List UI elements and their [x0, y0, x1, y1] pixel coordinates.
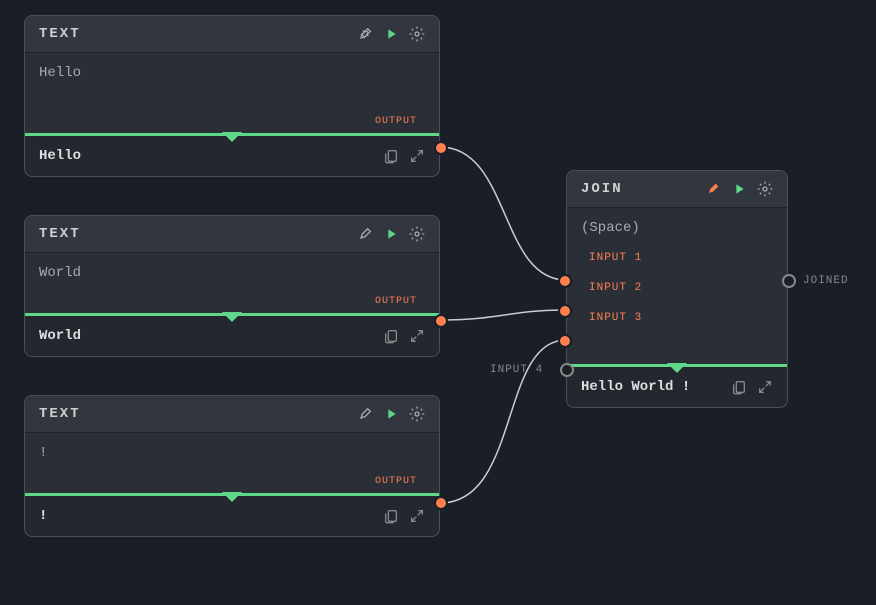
joined-label: JOINED [803, 275, 849, 287]
result-text: Hello [39, 148, 81, 164]
node-input-text: ! [39, 445, 47, 461]
join-body: (Space) INPUT 1 INPUT 2 INPUT 3 [567, 208, 787, 360]
run-icon[interactable] [383, 406, 399, 422]
run-icon[interactable] [731, 181, 747, 197]
pin-icon[interactable] [357, 226, 373, 242]
output-port[interactable] [434, 496, 448, 510]
input-port-3[interactable] [558, 334, 572, 348]
output-port[interactable] [434, 141, 448, 155]
node-header: TEXT [25, 396, 439, 433]
input-port-4[interactable] [560, 363, 574, 377]
text-node-3[interactable]: TEXT ! OUTPUT ! [24, 395, 440, 537]
node-result: ! [25, 496, 439, 536]
result-text: ! [39, 508, 47, 524]
node-title: TEXT [39, 226, 81, 242]
input-2-label: INPUT 2 [589, 282, 642, 294]
gear-icon[interactable] [409, 406, 425, 422]
header-icons [357, 26, 425, 42]
join-input-list: INPUT 1 INPUT 2 INPUT 3 [581, 252, 773, 352]
node-input-text: Hello [39, 65, 81, 81]
output-port-label: OUTPUT [375, 476, 417, 487]
input-1-label: INPUT 1 [589, 252, 642, 264]
divider [25, 313, 439, 316]
run-icon[interactable] [383, 26, 399, 42]
node-header: TEXT [25, 216, 439, 253]
clipboard-icon[interactable] [731, 379, 747, 395]
output-port-label: OUTPUT [375, 116, 417, 127]
text-node-1[interactable]: TEXT Hello OUTPUT Hello [24, 15, 440, 177]
output-port-joined[interactable] [782, 274, 796, 288]
pin-icon[interactable] [357, 406, 373, 422]
clipboard-icon[interactable] [383, 328, 399, 344]
node-body[interactable]: ! OUTPUT [25, 433, 439, 493]
expand-icon[interactable] [409, 508, 425, 524]
node-result: World [25, 316, 439, 356]
result-text: World [39, 328, 81, 344]
node-title: JOIN [581, 181, 623, 197]
divider [25, 493, 439, 496]
output-port[interactable] [434, 314, 448, 328]
node-input-text: World [39, 265, 81, 281]
gear-icon[interactable] [757, 181, 773, 197]
input-3-label: INPUT 3 [589, 312, 642, 324]
input-port-2[interactable] [558, 304, 572, 318]
clipboard-icon[interactable] [383, 508, 399, 524]
output-port-label: OUTPUT [375, 296, 417, 307]
text-node-2[interactable]: TEXT World OUTPUT World [24, 215, 440, 357]
node-result: Hello [25, 136, 439, 176]
result-text: Hello World ! [581, 379, 690, 395]
node-header: TEXT [25, 16, 439, 53]
divider [567, 364, 787, 367]
expand-icon[interactable] [409, 328, 425, 344]
node-title: TEXT [39, 26, 81, 42]
node-result: Hello World ! [567, 367, 787, 407]
join-node[interactable]: JOIN (Space) INPUT 1 INPUT 2 INPUT 3 Hel… [566, 170, 788, 408]
clipboard-icon[interactable] [383, 148, 399, 164]
run-icon[interactable] [383, 226, 399, 242]
pin-icon[interactable] [705, 181, 721, 197]
node-title: TEXT [39, 406, 81, 422]
node-body[interactable]: World OUTPUT [25, 253, 439, 313]
divider [25, 133, 439, 136]
node-body[interactable]: Hello OUTPUT [25, 53, 439, 133]
expand-icon[interactable] [757, 379, 773, 395]
separator-text[interactable]: (Space) [581, 220, 773, 236]
input-port-1[interactable] [558, 274, 572, 288]
gear-icon[interactable] [409, 26, 425, 42]
gear-icon[interactable] [409, 226, 425, 242]
expand-icon[interactable] [409, 148, 425, 164]
node-header: JOIN [567, 171, 787, 208]
pin-icon[interactable] [357, 26, 373, 42]
input-4-label: INPUT 4 [490, 364, 543, 376]
